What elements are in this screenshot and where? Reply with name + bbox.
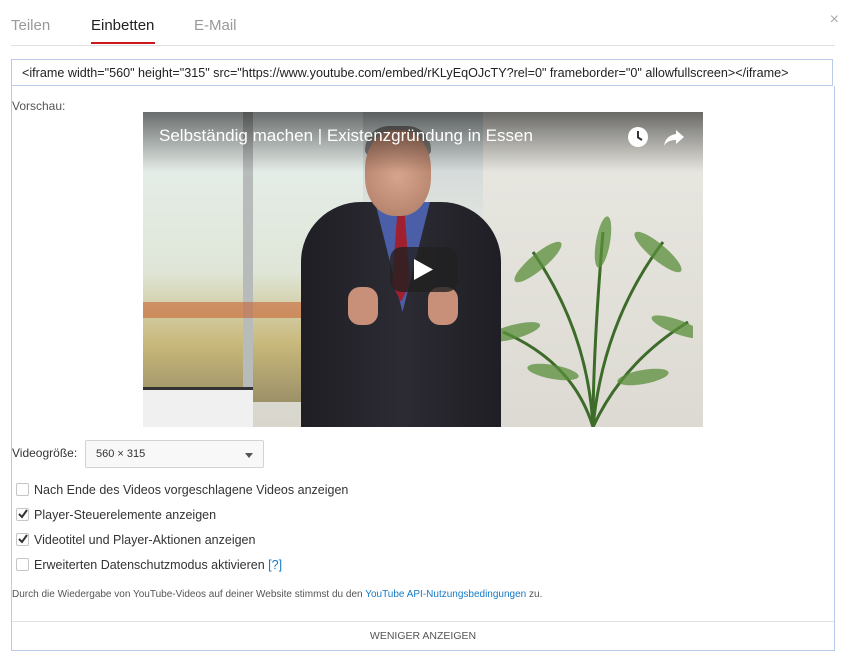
active-tab-indicator <box>91 42 155 44</box>
video-size-label: Videogröße: <box>12 446 78 460</box>
watch-later-icon[interactable] <box>627 126 649 148</box>
checkbox-player-controls[interactable] <box>16 508 29 521</box>
option-label-text: Erweiterten Datenschutzmodus aktivieren <box>34 558 265 572</box>
video-size-select[interactable]: 560 × 315 <box>85 440 264 468</box>
close-icon[interactable]: × <box>830 11 839 29</box>
api-terms-link[interactable]: YouTube API-Nutzungsbedingungen <box>365 589 526 600</box>
embed-options-panel: Vorschau: Selbständig machen | Existenzg… <box>11 86 835 651</box>
chevron-down-icon <box>245 453 253 458</box>
checkbox-privacy-mode[interactable] <box>16 558 29 571</box>
option-label: Nach Ende des Videos vorgeschlagene Vide… <box>34 483 349 497</box>
checkbox-title-actions[interactable] <box>16 533 29 546</box>
help-link[interactable]: [?] <box>268 558 282 572</box>
video-size-value: 560 × 315 <box>96 448 146 460</box>
disclaimer-suffix: zu. <box>526 589 543 600</box>
play-button[interactable] <box>390 247 458 292</box>
option-label: Videotitel und Player-Aktionen anzeigen <box>34 533 256 547</box>
share-dialog: Teilen Einbetten E-Mail × <iframe width=… <box>0 0 853 654</box>
checkmark-icon <box>18 534 28 544</box>
tab-email[interactable]: E-Mail <box>194 17 237 34</box>
disclaimer-text: Durch die Wiedergabe von YouTube-Videos … <box>12 589 366 600</box>
video-person-left-fist <box>348 287 378 325</box>
checkmark-icon <box>18 509 28 519</box>
embed-code-field[interactable]: <iframe width="560" height="315" src="ht… <box>11 59 833 86</box>
tab-teilen[interactable]: Teilen <box>11 17 50 34</box>
option-label: Player-Steuerelemente anzeigen <box>34 508 217 522</box>
checkbox-suggested-videos[interactable] <box>16 483 29 496</box>
video-background-monitor <box>143 387 253 427</box>
show-less-button[interactable]: WENIGER ANZEIGEN <box>12 630 834 642</box>
dialog-footer: WENIGER ANZEIGEN <box>12 621 834 650</box>
video-title[interactable]: Selbständig machen | Existenzgründung in… <box>159 126 533 146</box>
video-preview[interactable]: Selbständig machen | Existenzgründung in… <box>143 112 703 427</box>
play-icon <box>414 259 433 280</box>
preview-label: Vorschau: <box>12 99 66 113</box>
share-icon[interactable] <box>663 126 685 148</box>
video-person-right-fist <box>428 287 458 325</box>
terms-disclaimer: Durch die Wiedergabe von YouTube-Videos … <box>12 589 542 600</box>
option-label: Erweiterten Datenschutzmodus aktivieren … <box>34 558 282 572</box>
plant-illustration <box>493 216 693 427</box>
tab-einbetten[interactable]: Einbetten <box>91 17 154 34</box>
tab-bar: Teilen Einbetten E-Mail <box>11 12 835 46</box>
